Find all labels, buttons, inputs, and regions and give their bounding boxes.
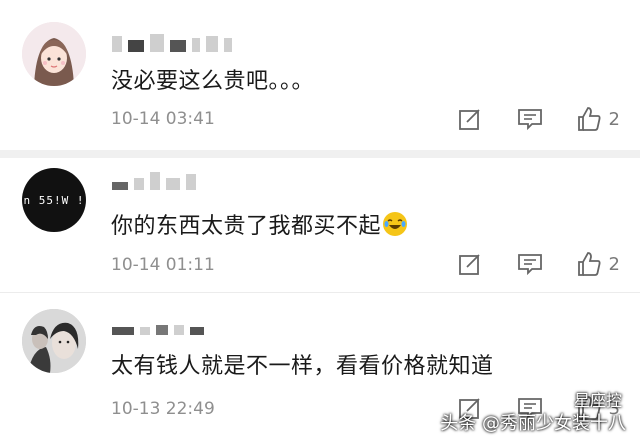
username-redacted <box>112 34 232 52</box>
watermark-text: 头条 @秀丽少女装十八 <box>440 413 626 434</box>
username-redacted <box>112 172 196 190</box>
avatar-text: n 55!W ! <box>23 193 85 207</box>
laugh-cry-emoji <box>383 212 408 236</box>
edit-icon[interactable] <box>440 104 500 134</box>
avatar[interactable]: n 55!W ! <box>22 168 86 232</box>
like-count: 2 <box>608 108 620 130</box>
like-button[interactable]: 2 <box>560 105 620 133</box>
comment-icon[interactable] <box>500 249 560 279</box>
edit-icon[interactable] <box>440 249 500 279</box>
avatar[interactable] <box>22 22 86 86</box>
watermark: 头条 @秀丽少女装十八 <box>440 409 626 435</box>
username-redacted <box>112 317 204 335</box>
comment-text: 太有钱人就是不一样，看看价格就知道 <box>111 354 494 379</box>
comment-item: 没必要这么贵吧。。。 10-14 03:41 2 <box>0 0 640 150</box>
comment-timestamp: 10-14 01:11 <box>111 255 215 275</box>
watermark-overlay-text: 星座控 <box>573 391 622 410</box>
comment-timestamp: 10-14 03:41 <box>111 109 215 129</box>
comment-timestamp: 10-13 22:49 <box>111 399 215 419</box>
avatar[interactable] <box>22 309 86 373</box>
comment-icon[interactable] <box>500 104 560 134</box>
divider <box>0 150 640 158</box>
comment-actions: 2 <box>440 249 620 279</box>
brand-icon <box>553 391 569 407</box>
comment-actions: 2 <box>440 104 620 134</box>
like-count: 2 <box>608 253 620 275</box>
watermark-overlay: 星座控 <box>552 387 622 411</box>
comment-item: n 55!W ! 你的东西太贵了我都买不起 10-14 01:11 2 <box>0 158 640 293</box>
thumbs-up-icon <box>577 107 601 131</box>
comment-text-content: 你的东西太贵了我都买不起 <box>111 214 382 239</box>
comment-text: 你的东西太贵了我都买不起 <box>111 208 408 240</box>
comment-text: 没必要这么贵吧。。。 <box>111 69 315 94</box>
thumbs-up-icon <box>577 252 601 276</box>
like-button[interactable]: 2 <box>560 250 620 278</box>
